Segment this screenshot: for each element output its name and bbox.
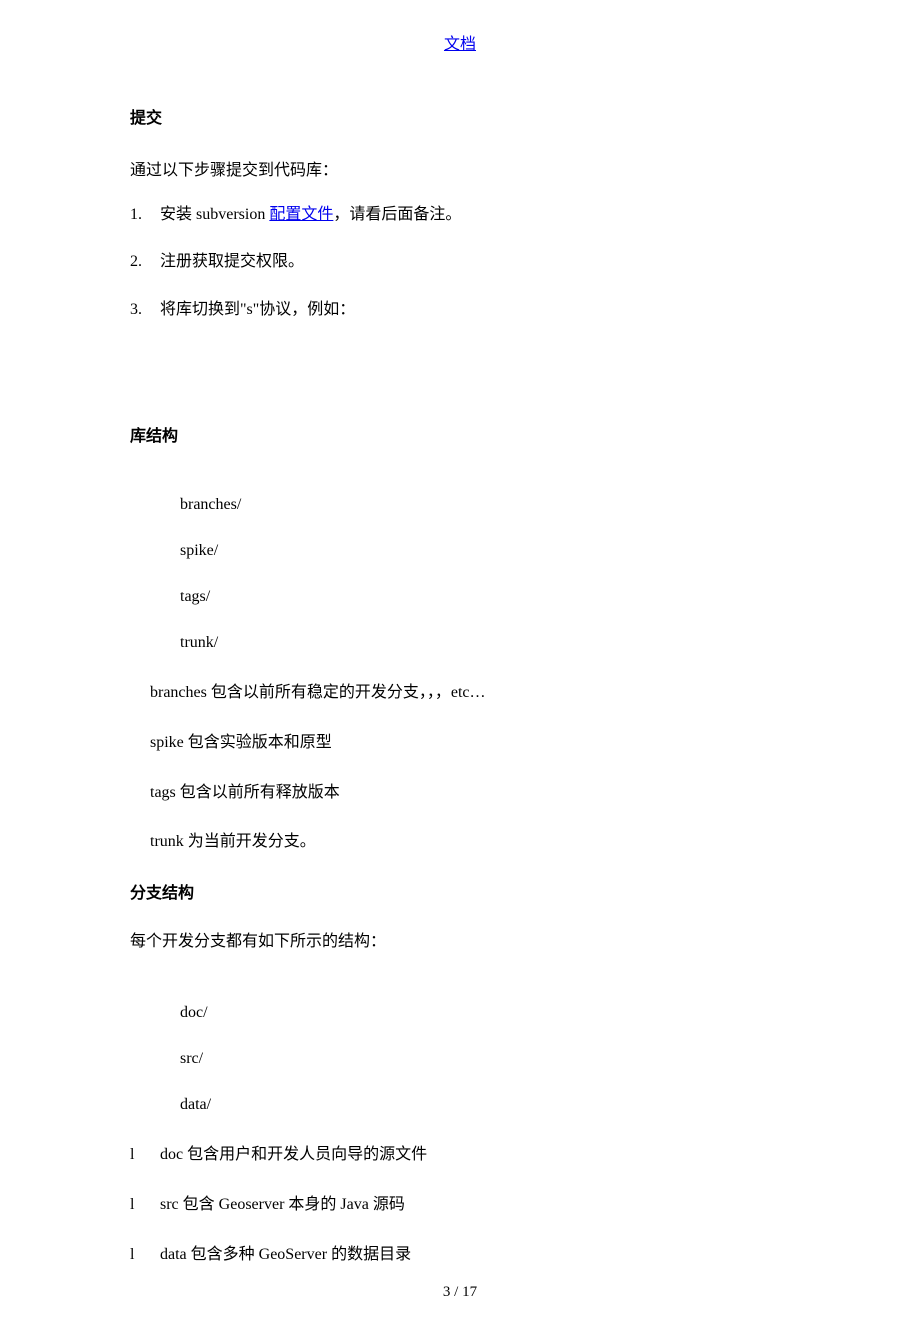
bullet-src: l src 包含 Geoserver 本身的 Java 源码 — [130, 1192, 790, 1218]
heading-branch-structure: 分支结构 — [130, 879, 790, 903]
tree-spike: spike/ — [130, 542, 790, 560]
bullet-marker-2: l — [130, 1192, 150, 1218]
step-3-text: 将库切换到"s"协议，例如： — [160, 301, 355, 318]
step-3-num: 3. — [130, 297, 158, 323]
header-link-row: 文档 — [130, 30, 790, 54]
step-3: 3. 将库切换到"s"协议，例如： — [130, 297, 790, 323]
bullet-marker-1: l — [130, 1142, 150, 1168]
branch-bullets: l doc 包含用户和开发人员向导的源文件 l src 包含 Geoserver… — [130, 1142, 790, 1267]
bullet-data: l data 包含多种 GeoServer 的数据目录 — [130, 1242, 790, 1268]
step-1-prefix: 安装 subversion — [160, 206, 269, 223]
bullet-doc-text: doc 包含用户和开发人员向导的源文件 — [160, 1146, 427, 1163]
desc-branches: branches 包含以前所有稳定的开发分支，，，etc… — [130, 680, 790, 706]
bullet-data-text: data 包含多种 GeoServer 的数据目录 — [160, 1246, 411, 1263]
step-2: 2. 注册获取提交权限。 — [130, 249, 790, 275]
tree-data: data/ — [130, 1096, 790, 1114]
submit-intro: 通过以下步骤提交到代码库： — [130, 158, 790, 184]
bullet-src-text: src 包含 Geoserver 本身的 Java 源码 — [160, 1196, 405, 1213]
step-2-text: 注册获取提交权限。 — [160, 253, 304, 270]
bullet-doc: l doc 包含用户和开发人员向导的源文件 — [130, 1142, 790, 1168]
page-footer: 3 / 17 — [0, 1284, 920, 1301]
doc-link[interactable]: 文档 — [444, 36, 476, 53]
repo-tree: branches/ spike/ tags/ trunk/ — [130, 496, 790, 652]
step-2-num: 2. — [130, 249, 158, 275]
step-1-suffix: ，请看后面备注。 — [333, 206, 461, 223]
branch-intro: 每个开发分支都有如下所示的结构： — [130, 929, 790, 955]
submit-steps: 1. 安装 subversion 配置文件，请看后面备注。 2. 注册获取提交权… — [130, 202, 790, 323]
repo-desc-list: branches 包含以前所有稳定的开发分支，，，etc… spike 包含实验… — [130, 680, 790, 854]
step-1: 1. 安装 subversion 配置文件，请看后面备注。 — [130, 202, 790, 228]
config-file-link[interactable]: 配置文件 — [269, 206, 333, 223]
desc-tags: tags 包含以前所有释放版本 — [130, 780, 790, 806]
heading-submit: 提交 — [130, 104, 790, 128]
tree-tags: tags/ — [130, 588, 790, 606]
tree-src: src/ — [130, 1050, 790, 1068]
tree-branches: branches/ — [130, 496, 790, 514]
tree-doc: doc/ — [130, 1004, 790, 1022]
desc-spike: spike 包含实验版本和原型 — [130, 730, 790, 756]
page-number: 3 / 17 — [443, 1284, 477, 1300]
step-1-num: 1. — [130, 202, 158, 228]
branch-tree: doc/ src/ data/ — [130, 1004, 790, 1114]
bullet-marker-3: l — [130, 1242, 150, 1268]
tree-trunk: trunk/ — [130, 634, 790, 652]
document-page: 文档 提交 通过以下步骤提交到代码库： 1. 安装 subversion 配置文… — [0, 0, 920, 1331]
desc-trunk: trunk 为当前开发分支。 — [130, 829, 790, 855]
heading-repo-structure: 库结构 — [130, 422, 790, 446]
